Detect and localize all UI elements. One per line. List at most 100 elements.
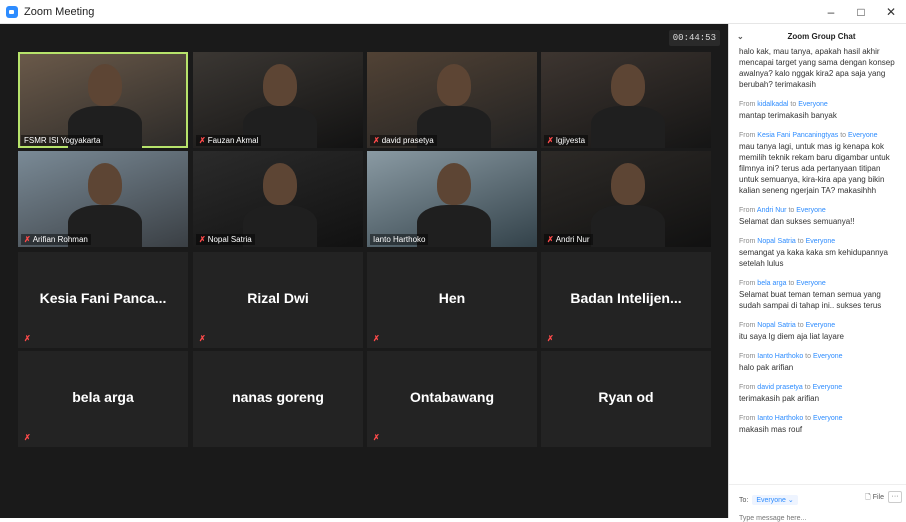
participant-video (437, 64, 471, 106)
sender-name[interactable]: bela arga (757, 280, 786, 287)
close-button[interactable]: ✕ (876, 0, 906, 24)
minimize-button[interactable]: – (816, 0, 846, 24)
participant-tile[interactable]: Badan Intelijen... ✗ (541, 252, 711, 348)
participant-tile[interactable]: ✗ Arifian Rohman (18, 151, 188, 247)
meeting-timer: 00:44:53 (668, 30, 720, 46)
to-word: to (790, 101, 797, 108)
chat-message-body: itu saya lg diem aja liat layare (739, 332, 844, 341)
chat-message-body: Selamat dan sukses semuanya!! (739, 217, 855, 226)
participant-name: Badan Intelijen... (570, 290, 682, 306)
recipient-name[interactable]: Everyone (813, 353, 843, 360)
participant-name: ✗ Nopal Satria (196, 234, 255, 245)
from-prefix: From (739, 415, 756, 422)
participant-name-label: Ianto Harthoko (373, 235, 426, 244)
recipient-name[interactable]: Everyone (848, 132, 878, 139)
chat-message-from: From bela arga to Everyone (739, 278, 900, 289)
participant-name-label: Nopal Satria (207, 235, 252, 244)
recipient-name[interactable]: Everyone (796, 207, 826, 214)
participant-tile[interactable]: Ianto Harthoko (367, 151, 537, 247)
participant-tile[interactable]: Hen ✗ (367, 252, 537, 348)
recipient-name[interactable]: Everyone (798, 101, 828, 108)
more-button[interactable]: ··· (888, 491, 902, 503)
chat-message-body: semangat ya kaka kaka sm kehidupannya se… (739, 248, 888, 268)
participant-name: ✗ Andri Nur (544, 234, 593, 245)
mic-muted-icon: ✗ (373, 433, 380, 442)
recipient-name[interactable]: Everyone (813, 415, 843, 422)
sender-name[interactable]: Nopal Satria (757, 238, 796, 245)
chat-message-from: From Ianto Harthoko to Everyone (739, 351, 900, 362)
chat-message-body: Selamat buat teman teman semua yang suda… (739, 290, 882, 310)
sender-name[interactable]: kidalkadal (757, 101, 788, 108)
chat-message: From Kesia Fani Pancaningtyas to Everyon… (739, 130, 900, 196)
recipient-name[interactable]: Everyone (806, 322, 836, 329)
participant-video (88, 163, 122, 205)
to-word: to (840, 132, 847, 139)
sender-name[interactable]: david prasetya (757, 384, 803, 391)
chat-message-from: From Andri Nur to Everyone (739, 205, 900, 216)
file-button[interactable]: 🗋 File (865, 493, 884, 504)
sender-name[interactable]: Ianto Harthoko (757, 353, 803, 360)
mic-muted-icon: ✗ (547, 136, 554, 145)
mic-muted-icon: ✗ (547, 334, 554, 343)
from-prefix: From (739, 238, 756, 245)
mic-muted-icon: ✗ (199, 235, 206, 244)
recipient-select[interactable]: Everyone ⌄ (752, 495, 798, 505)
participant-name-label: FSMR ISI Yogyakarta (24, 136, 101, 145)
participant-name: ✗ david prasetya (370, 135, 437, 146)
mic-muted-icon: ✗ (199, 136, 206, 145)
participant-tile[interactable]: Rizal Dwi ✗ (193, 252, 363, 348)
chat-message: From Nopal Satria to Everyone itu saya lg… (739, 320, 900, 342)
from-prefix: From (739, 101, 756, 108)
participant-name: Ryan od (598, 389, 654, 405)
chat-messages: halo kak, mau tanya, apakah hasil akhir … (739, 46, 900, 478)
to-word: to (788, 207, 795, 214)
maximize-button[interactable]: □ (846, 0, 876, 24)
participant-tile[interactable]: nanas goreng (193, 351, 363, 447)
from-prefix: From (739, 207, 756, 214)
recipient-name[interactable]: Everyone (796, 280, 826, 287)
participant-name: bela arga (72, 389, 134, 405)
chevron-down-icon[interactable]: ⌄ (737, 32, 744, 41)
participant-tile[interactable]: Kesia Fani Panca... ✗ (18, 252, 188, 348)
recipient-name[interactable]: Everyone (813, 384, 843, 391)
participant-name-label: Arifian Rohman (32, 235, 88, 244)
file-label: File (872, 494, 884, 501)
chat-message-body: halo pak arifian (739, 363, 794, 372)
chat-message-input[interactable] (739, 515, 889, 522)
participant-tile[interactable]: ✗ Andri Nur (541, 151, 711, 247)
window-title: Zoom Meeting (24, 5, 95, 18)
chat-message: From Andri Nur to Everyone Selamat dan su… (739, 205, 900, 227)
chat-message-body: mau tanya lagi, untuk mas ig kenapa kok … (739, 142, 890, 195)
window-controls: – □ ✕ (816, 0, 906, 24)
participant-tile[interactable]: ✗ david prasetya (367, 52, 537, 148)
chat-header: ⌄ Zoom Group Chat (729, 24, 906, 48)
participant-name: Hen (438, 290, 466, 306)
chat-message-from: From Nopal Satria to Everyone (739, 236, 900, 247)
sender-name[interactable]: Andri Nur (757, 207, 787, 214)
participant-tile[interactable]: Ryan od (541, 351, 711, 447)
participant-tile[interactable]: ✗ Igjiyesta (541, 52, 711, 148)
to-word: to (797, 322, 804, 329)
participant-tile[interactable]: Ontabawang ✗ (367, 351, 537, 447)
participant-body (591, 106, 665, 148)
recipient-name[interactable]: Everyone (806, 238, 836, 245)
chat-message: From Ianto Harthoko to Everyone makasih m… (739, 413, 900, 435)
chat-message-from: From david prasetya to Everyone (739, 382, 900, 393)
participant-name-label: david prasetya (381, 136, 434, 145)
from-prefix: From (739, 322, 756, 329)
participant-video (611, 163, 645, 205)
sender-name[interactable]: Ianto Harthoko (757, 415, 803, 422)
file-icon: 🗋 (865, 494, 871, 501)
participant-tile[interactable]: FSMR ISI Yogyakarta (18, 52, 188, 148)
participant-tile[interactable]: ✗ Fauzan Akmal (193, 52, 363, 148)
participant-tile[interactable]: bela arga ✗ (18, 351, 188, 447)
participant-tile[interactable]: ✗ Nopal Satria (193, 151, 363, 247)
chat-message-body: mantap terimakasih banyak (739, 111, 837, 120)
sender-name[interactable]: Kesia Fani Pancaningtyas (757, 132, 838, 139)
chat-message: From kidalkadal to Everyone mantap terima… (739, 99, 900, 121)
participant-name: ✗ Igjiyesta (544, 135, 589, 146)
participant-name-label: Fauzan Akmal (207, 136, 259, 145)
to-word: to (804, 384, 811, 391)
sender-name[interactable]: Nopal Satria (757, 322, 796, 329)
mic-muted-icon: ✗ (373, 136, 380, 145)
